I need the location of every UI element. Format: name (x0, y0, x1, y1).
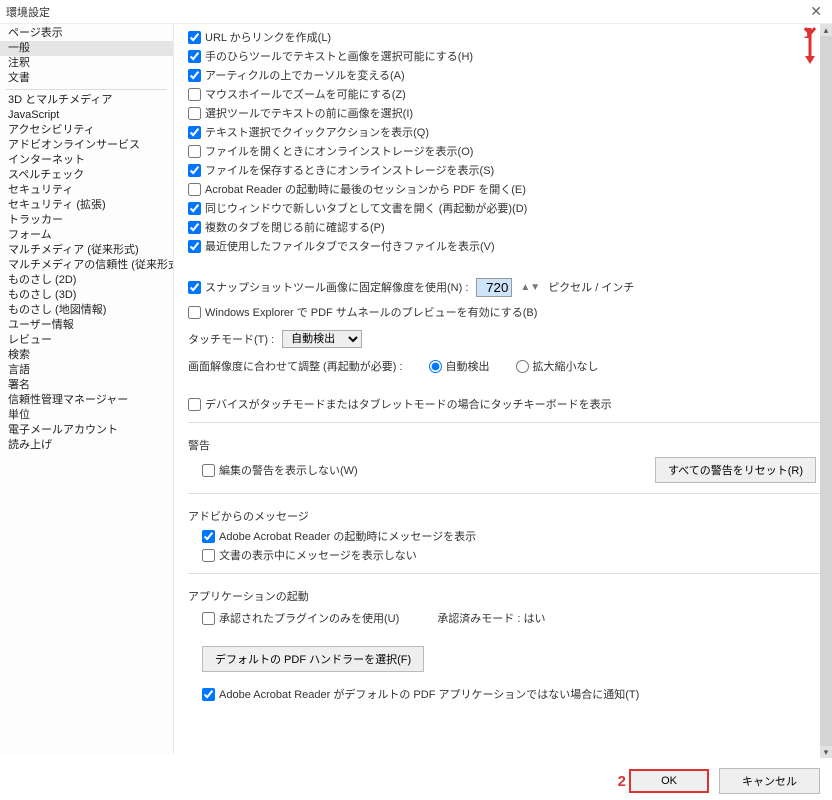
sidebar-item[interactable]: ユーザー情報 (0, 318, 173, 333)
hide-warn-checkbox[interactable]: 編集の警告を表示しない(W) (202, 462, 358, 478)
approved-mode-label: 承認済みモード : はい (437, 610, 545, 626)
scroll-down-icon[interactable]: ▾ (820, 746, 832, 758)
sidebar-item[interactable]: 単位 (0, 408, 173, 423)
option-checkbox[interactable]: テキスト選択でクイックアクションを表示(Q) (188, 124, 822, 140)
option-checkbox[interactable]: マウスホイールでズームを可能にする(Z) (188, 86, 822, 102)
callout-2: 2 (618, 773, 626, 790)
resolution-scale-radio[interactable]: 拡大縮小なし (516, 358, 599, 374)
approved-plugins-checkbox[interactable]: 承認されたプラグインのみを使用(U) (202, 610, 399, 626)
default-notify-checkbox[interactable]: Adobe Acrobat Reader がデフォルトの PDF アプリケーショ… (202, 686, 822, 702)
titlebar: 環境設定 ✕ (0, 0, 832, 24)
option-checkbox[interactable]: 複数のタブを閉じる前に確認する(P) (188, 219, 822, 235)
window-title: 環境設定 (6, 4, 50, 20)
sidebar-item[interactable]: アクセシビリティ (0, 123, 173, 138)
sidebar-item[interactable]: 文書 (0, 71, 173, 86)
sidebar-item[interactable]: ものさし (地図情報) (0, 303, 173, 318)
sidebar-item[interactable]: レビュー (0, 333, 173, 348)
option-checkbox[interactable]: ファイルを保存するときにオンラインストレージを表示(S) (188, 162, 822, 178)
resolution-label: 画面解像度に合わせて調整 (再起動が必要) : (188, 358, 403, 374)
settings-panel: URL からリンクを作成(L) 手のひらツールでテキストと画像を選択可能にする(H… (174, 24, 832, 754)
sidebar-item[interactable]: マルチメディアの信頼性 (従来形式) (0, 258, 173, 273)
sidebar-item[interactable]: 検索 (0, 348, 173, 363)
resolution-auto-radio[interactable]: 自動検出 (429, 358, 490, 374)
sidebar-item[interactable]: インターネット (0, 153, 173, 168)
cancel-button[interactable]: キャンセル (719, 768, 820, 794)
sidebar-item[interactable]: フォーム (0, 228, 173, 243)
sidebar-item[interactable]: トラッカー (0, 213, 173, 228)
reset-warnings-button[interactable]: すべての警告をリセット(R) (655, 457, 816, 483)
explorer-thumb-checkbox[interactable]: Windows Explorer で PDF サムネールのプレビューを有効にする… (188, 304, 822, 320)
option-checkbox[interactable]: アーティクルの上でカーソルを変える(A) (188, 67, 822, 83)
red-arrow-icon (803, 26, 817, 66)
sidebar-item[interactable]: ものさし (3D) (0, 288, 173, 303)
sidebar-item[interactable]: ものさし (2D) (0, 273, 173, 288)
sidebar-item[interactable]: 一般 (0, 41, 173, 56)
startup-msg-checkbox[interactable]: Adobe Acrobat Reader の起動時にメッセージを表示 (202, 528, 822, 544)
sidebar-item[interactable]: 読み上げ (0, 438, 173, 453)
sidebar-item[interactable]: セキュリティ (拡張) (0, 198, 173, 213)
sidebar-item[interactable]: スペルチェック (0, 168, 173, 183)
scroll-up-icon[interactable]: ▴ (820, 24, 832, 36)
adobe-msg-title: アドビからのメッセージ (188, 508, 822, 524)
sidebar-item[interactable]: JavaScript (0, 108, 173, 123)
sidebar-item[interactable]: 言語 (0, 363, 173, 378)
touch-keyboard-checkbox[interactable]: デバイスがタッチモードまたはタブレットモードの場合にタッチキーボードを表示 (188, 396, 822, 412)
sidebar-item[interactable]: 信頼性管理マネージャー (0, 393, 173, 408)
sidebar-item[interactable]: ページ表示 (0, 26, 173, 41)
option-checkbox[interactable]: 同じウィンドウで新しいタブとして文書を開く (再起動が必要)(D) (188, 200, 822, 216)
sidebar-item[interactable]: セキュリティ (0, 183, 173, 198)
scrollbar[interactable]: ▴ ▾ (820, 24, 832, 758)
snapshot-resolution-input[interactable] (476, 278, 512, 297)
sidebar-item[interactable]: マルチメディア (従来形式) (0, 243, 173, 258)
option-checkbox[interactable]: 最近使用したファイルタブでスター付きファイルを表示(V) (188, 238, 822, 254)
ok-button[interactable]: OK (629, 769, 709, 793)
warn-section-title: 警告 (188, 437, 822, 453)
category-sidebar: ページ表示一般注釈文書 3D とマルチメディアJavaScriptアクセシビリティ… (0, 24, 174, 754)
sidebar-item[interactable]: 署名 (0, 378, 173, 393)
sidebar-item[interactable]: アドビオンラインサービス (0, 138, 173, 153)
option-checkbox[interactable]: Acrobat Reader の起動時に最後のセッションから PDF を開く(E… (188, 181, 822, 197)
viewing-msg-checkbox[interactable]: 文書の表示中にメッセージを表示しない (202, 547, 822, 563)
touch-mode-select[interactable]: 自動検出 (282, 330, 362, 348)
sidebar-item[interactable]: 電子メールアカウント (0, 423, 173, 438)
close-icon[interactable]: ✕ (806, 3, 826, 20)
option-checkbox[interactable]: URL からリンクを作成(L) (188, 29, 822, 45)
app-launch-title: アプリケーションの起動 (188, 588, 822, 604)
pdf-handler-button[interactable]: デフォルトの PDF ハンドラーを選択(F) (202, 646, 424, 672)
option-checkbox[interactable]: ファイルを開くときにオンラインストレージを表示(O) (188, 143, 822, 159)
snapshot-unit: ピクセル / インチ (548, 279, 634, 295)
touch-mode-label: タッチモード(T) : (188, 331, 274, 347)
option-checkbox[interactable]: 手のひらツールでテキストと画像を選択可能にする(H) (188, 48, 822, 64)
sidebar-item[interactable]: 注釈 (0, 56, 173, 71)
sidebar-item[interactable]: 3D とマルチメディア (0, 93, 173, 108)
snapshot-checkbox[interactable]: スナップショットツール画像に固定解像度を使用(N) : (188, 279, 468, 295)
option-checkbox[interactable]: 選択ツールでテキストの前に画像を選択(I) (188, 105, 822, 121)
